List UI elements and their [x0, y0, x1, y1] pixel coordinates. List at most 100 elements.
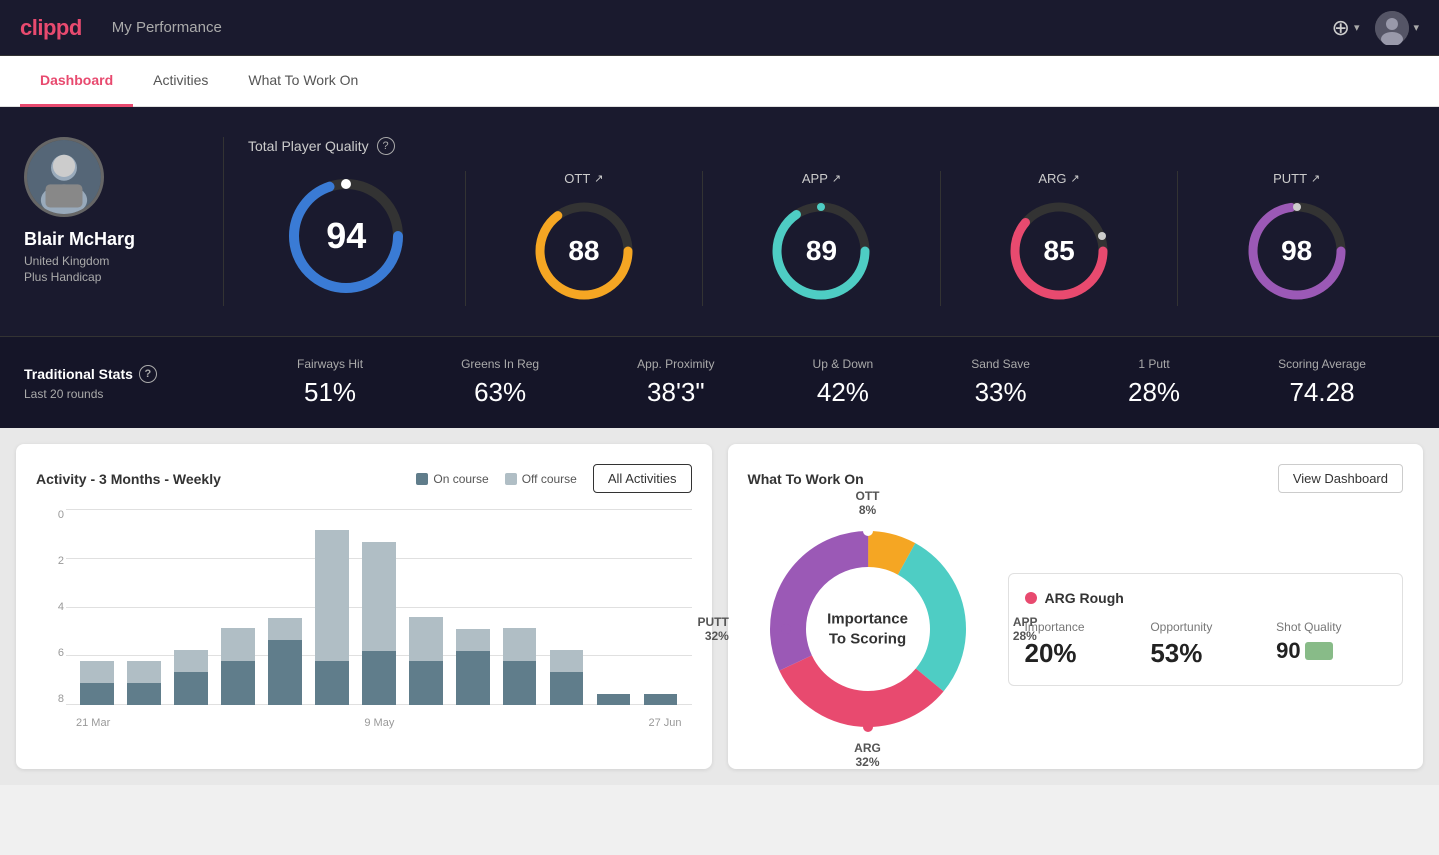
arg-label: ARG ↗ — [1038, 171, 1079, 186]
arg-shot-quality-label: Shot Quality — [1276, 620, 1386, 634]
putt-annotation: PUTT 32% — [698, 615, 729, 643]
putt-value: 98 — [1281, 235, 1312, 267]
on-course-bar — [456, 651, 490, 705]
metrics-section: Total Player Quality ? 94 OTT — [224, 137, 1415, 306]
y-axis-labels: 8 6 4 2 0 — [36, 509, 64, 705]
bar-stack — [76, 661, 118, 705]
on-course-bar — [503, 661, 537, 705]
metric-app: APP ↗ 89 — [703, 171, 941, 306]
view-dashboard-button[interactable]: View Dashboard — [1278, 464, 1403, 493]
bar-group — [123, 509, 165, 705]
chevron-down-icon: ▾ — [1354, 21, 1360, 34]
on-course-bar — [127, 683, 161, 705]
on-course-bar — [550, 672, 584, 705]
all-activities-button[interactable]: All Activities — [593, 464, 692, 493]
scoring-label: Scoring Average — [1278, 357, 1366, 371]
donut-wrapper: OTT 8% APP 28% ARG 32% PUTT 32% — [748, 509, 988, 749]
player-info: Blair McHarg United Kingdom Plus Handica… — [24, 137, 224, 306]
arg-indicator-dot — [1025, 592, 1037, 604]
ts-title: Traditional Stats ? — [24, 365, 200, 383]
app-segment-value: 28% — [1013, 629, 1038, 643]
user-menu[interactable]: ▾ — [1375, 11, 1419, 45]
bar-stack — [546, 650, 588, 705]
work-on-title: What To Work On — [748, 471, 864, 487]
updown-label: Up & Down — [813, 357, 874, 371]
app-annotation: APP 28% — [1013, 615, 1038, 643]
add-button[interactable]: ⊕ ▾ — [1332, 15, 1360, 41]
fairways-value: 51% — [297, 377, 363, 408]
putt-segment-label: PUTT — [698, 615, 729, 629]
bar-group — [546, 509, 588, 705]
info-icon[interactable]: ? — [377, 137, 395, 155]
on-course-bar — [409, 661, 443, 705]
arg-opportunity-stat: Opportunity 53% — [1150, 620, 1260, 669]
scoring-value: 74.28 — [1278, 377, 1366, 408]
bottom-section: Activity - 3 Months - Weekly On course O… — [0, 428, 1439, 785]
bars-container — [66, 509, 692, 705]
bar-stack — [217, 628, 259, 705]
metrics-header: Total Player Quality ? — [248, 137, 1415, 155]
proximity-label: App. Proximity — [637, 357, 714, 371]
off-course-bar — [315, 530, 349, 661]
legend-on-course: On course — [416, 472, 488, 486]
off-course-bar — [362, 542, 396, 651]
arg-opportunity-value: 53% — [1150, 638, 1260, 669]
on-course-bar — [597, 694, 631, 705]
metric-arg: ARG ↗ 85 — [941, 171, 1179, 306]
stat-one-putt: 1 Putt 28% — [1128, 357, 1180, 408]
bar-group — [499, 509, 541, 705]
sandsave-label: Sand Save — [971, 357, 1030, 371]
ott-segment-label: OTT — [856, 489, 880, 503]
ts-stats-row: Fairways Hit 51% Greens In Reg 63% App. … — [224, 357, 1415, 408]
tpq-ring: 94 — [281, 171, 411, 301]
on-course-bar — [644, 694, 678, 705]
on-course-bar — [80, 683, 114, 705]
player-avatar — [24, 137, 104, 217]
fairways-label: Fairways Hit — [297, 357, 363, 371]
tab-what-to-work-on[interactable]: What To Work On — [228, 56, 378, 107]
bar-group — [593, 509, 635, 705]
greens-label: Greens In Reg — [461, 357, 539, 371]
ott-ring: 88 — [529, 196, 639, 306]
ott-value: 88 — [568, 235, 599, 267]
arg-detail-card: ARG Rough Importance 20% Opportunity 53%… — [1008, 573, 1404, 686]
arg-opportunity-label: Opportunity — [1150, 620, 1260, 634]
tab-dashboard[interactable]: Dashboard — [20, 56, 133, 107]
player-name: Blair McHarg — [24, 229, 135, 250]
total-quality-label: Total Player Quality — [248, 138, 369, 154]
tpq-value: 94 — [326, 215, 366, 257]
header-actions: ⊕ ▾ ▾ — [1332, 11, 1420, 45]
tab-activities[interactable]: Activities — [133, 56, 228, 107]
app-header: clippd My Performance ⊕ ▾ ▾ — [0, 0, 1439, 56]
stat-app-proximity: App. Proximity 38'3" — [637, 357, 714, 408]
sandsave-value: 33% — [971, 377, 1030, 408]
off-course-bar — [550, 650, 584, 672]
bar-stack — [452, 629, 494, 705]
hero-section: Blair McHarg United Kingdom Plus Handica… — [0, 107, 1439, 336]
bar-group — [76, 509, 118, 705]
activity-chart-title: Activity - 3 Months - Weekly — [36, 471, 221, 487]
app-ring: 89 — [766, 196, 876, 306]
donut-center-label: Importance To Scoring — [827, 610, 908, 649]
stat-up-down: Up & Down 42% — [813, 357, 874, 408]
shot-quality-bar — [1305, 642, 1333, 660]
on-course-bar — [221, 661, 255, 705]
stat-fairways: Fairways Hit 51% — [297, 357, 363, 408]
bar-stack — [358, 542, 400, 705]
putt-arrow-icon: ↗ — [1311, 172, 1320, 185]
ts-info-icon[interactable]: ? — [139, 365, 157, 383]
bar-group — [264, 509, 306, 705]
oneputt-label: 1 Putt — [1128, 357, 1180, 371]
activity-card-header: Activity - 3 Months - Weekly On course O… — [36, 464, 692, 493]
bar-group — [452, 509, 494, 705]
arg-stats-row: Importance 20% Opportunity 53% Shot Qual… — [1025, 620, 1387, 669]
on-course-bar — [174, 672, 208, 705]
on-course-bar — [315, 661, 349, 705]
off-course-bar — [174, 650, 208, 672]
off-course-bar — [503, 628, 537, 661]
metric-tpq: 94 — [248, 171, 466, 306]
player-country: United Kingdom — [24, 254, 109, 268]
avatar — [1375, 11, 1409, 45]
bar-group — [170, 509, 212, 705]
activity-chart-area: 8 6 4 2 0 21 Mar 9 May 27 Jun — [36, 509, 692, 729]
